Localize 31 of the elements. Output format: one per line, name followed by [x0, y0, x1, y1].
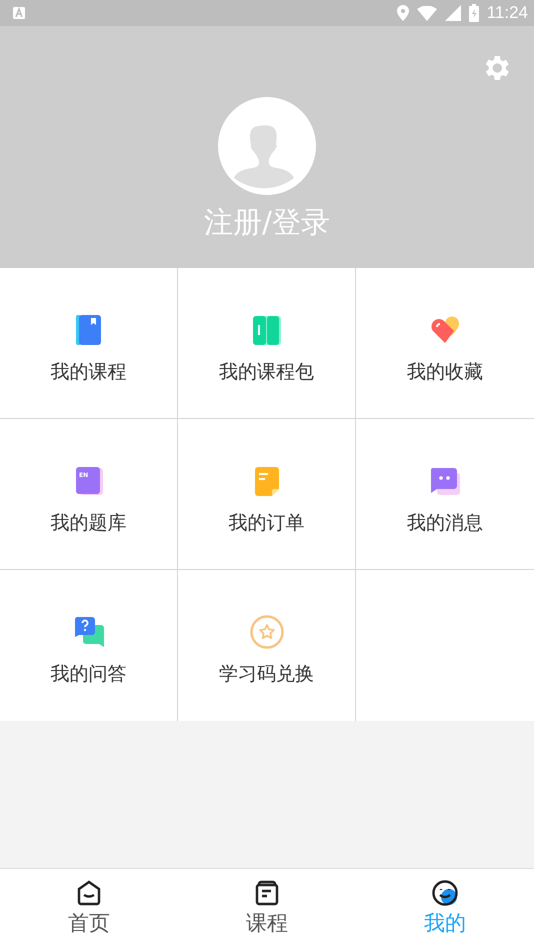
menu-label: 我的收藏 — [407, 360, 483, 385]
avatar-icon[interactable] — [218, 97, 316, 195]
star-badge-icon — [250, 615, 284, 649]
menu-label: 我的课程包 — [219, 360, 314, 385]
location-icon — [396, 5, 409, 21]
menu-item[interactable]: 我的收藏 — [356, 268, 534, 419]
menu-label: 我的消息 — [407, 511, 483, 536]
nav-tab[interactable]: 课程 — [178, 869, 356, 948]
battery-icon — [468, 4, 479, 22]
menu-item[interactable]: 我的课程包 — [178, 268, 356, 419]
home-icon — [75, 879, 103, 907]
tab-label: 首页 — [68, 910, 110, 937]
smiley-icon — [431, 879, 459, 907]
wifi-icon — [416, 6, 437, 20]
menu-item[interactable]: 学习码兑换 — [178, 570, 356, 721]
menu-label: 我的题库 — [50, 511, 126, 536]
menu-label: 我的订单 — [228, 511, 304, 536]
menu-label: 我的问答 — [50, 662, 126, 687]
menu-item[interactable]: 我的课程 — [0, 268, 178, 419]
status-time: 11:24 — [486, 3, 528, 23]
menu-item[interactable]: 我的问答 — [0, 570, 178, 721]
keyboard-icon — [13, 7, 25, 19]
tab-label: 课程 — [246, 910, 288, 937]
tab-label: 我的 — [424, 910, 466, 937]
menu-label: 学习码兑换 — [219, 662, 314, 687]
signal-icon — [444, 5, 461, 21]
menu-item[interactable]: 我的消息 — [356, 419, 534, 570]
nav-tab[interactable]: 首页 — [0, 869, 178, 948]
menu-label: 我的课程 — [50, 360, 126, 385]
book-icon — [253, 879, 281, 907]
menu-item[interactable]: 我的订单 — [178, 419, 356, 570]
